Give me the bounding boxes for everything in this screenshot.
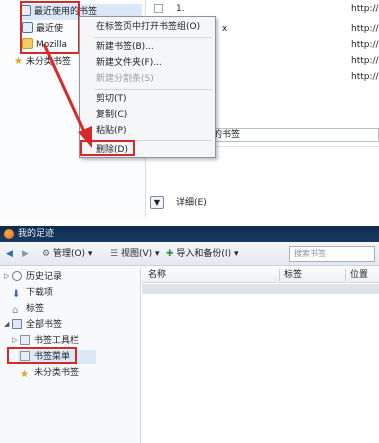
firefox-logo-icon — [4, 229, 14, 239]
list-row[interactable]: 1. http:// — [146, 1, 379, 17]
highlight-box-bookmarks-menu — [7, 347, 77, 364]
history-clock-icon — [12, 271, 22, 281]
menu-item-new-folder[interactable]: 新建文件夹(F)... — [80, 55, 215, 71]
bookmark-name-field[interactable]: 用的书签 — [200, 128, 379, 142]
sidebar-item-tags[interactable]: ⌂ 标签 — [12, 302, 44, 316]
column-header-location[interactable]: 位置 — [350, 267, 368, 283]
library-window: 我的足迹 ◀ ▶ ⚙ 管理(O) ▾ ☰ 视图(V) ▾ ✚ 导入和备份(I) … — [0, 226, 379, 443]
menu-item-new-separator: 新建分割条(S) — [96, 74, 154, 84]
bookmark-manager-top-panel: 最近使用的书签 最近使 Mozilla ★ 未分类书签 1. http:// x… — [0, 0, 379, 218]
screenshot-divider — [0, 218, 379, 226]
menu-item-new-bookmark[interactable]: 新建书签(B)... — [80, 39, 215, 55]
column-headers: 名称 标签 位置 — [142, 267, 379, 283]
menu-item-open-all-in-tabs[interactable]: 在标签页中打开书签组(O) — [80, 19, 215, 35]
sidebar-item-bookmarks-toolbar[interactable]: 书签工具栏 — [20, 334, 79, 348]
views-button[interactable]: ☰ 视图(V) ▾ — [110, 246, 160, 262]
table-row[interactable] — [142, 284, 379, 294]
details-expand-button[interactable]: ▼ — [150, 196, 164, 209]
menu-separator — [94, 37, 212, 38]
forward-arrow-icon[interactable]: ▶ — [22, 246, 29, 262]
all-bookmarks-icon — [12, 319, 22, 329]
sidebar-item-history[interactable]: 历史记录 — [12, 270, 62, 284]
column-header-tags[interactable]: 标签 — [284, 267, 302, 283]
import-star-icon: ✚ — [166, 249, 174, 259]
row-checkbox[interactable] — [154, 4, 163, 13]
list-view-icon: ☰ — [110, 249, 119, 259]
sidebar-item-unsorted-bookmarks[interactable]: ★ 未分类书签 — [20, 366, 79, 380]
back-arrow-icon[interactable]: ◀ — [6, 246, 13, 262]
red-arrow-annotation — [42, 43, 92, 148]
import-backup-button[interactable]: ✚ 导入和备份(I) ▾ — [166, 246, 239, 262]
collapse-icon[interactable]: ◢ — [4, 320, 9, 328]
column-header-name[interactable]: 名称 — [148, 267, 166, 283]
star-icon: ★ — [20, 369, 29, 380]
library-sidebar: ▷ 历史记录 ⬇ 下载项 ⌂ 标签 ◢ 全部书签 ▷ 书签工具栏 书签菜单 ★ 未分类… — [0, 267, 141, 443]
sidebar-item-all-bookmarks[interactable]: 全部书签 — [12, 318, 62, 332]
column-separator[interactable] — [345, 269, 346, 281]
bookmarks-toolbar-icon — [20, 335, 30, 345]
details-label: 详细(E) — [176, 198, 207, 208]
menu-item-copy[interactable]: 复制(C) — [80, 107, 215, 123]
search-bookmarks-input[interactable]: 搜索书签 — [289, 246, 375, 262]
organize-button[interactable]: ⚙ 管理(O) ▾ — [42, 246, 92, 262]
menu-separator — [94, 89, 212, 90]
star-icon: ★ — [14, 56, 23, 67]
library-content: 名称 标签 位置 — [142, 267, 379, 443]
sidebar-item-downloads[interactable]: ⬇ 下载项 — [12, 286, 53, 300]
window-titlebar: 我的足迹 — [0, 226, 379, 242]
expand-icon[interactable]: ▷ — [12, 336, 17, 344]
column-separator[interactable] — [279, 269, 280, 281]
menu-item-cut[interactable]: 剪切(T) — [80, 91, 215, 107]
chevron-down-icon: ▼ — [153, 198, 161, 207]
gear-icon: ⚙ — [42, 249, 51, 259]
tag-icon: ⌂ — [12, 305, 19, 316]
library-toolbar: ◀ ▶ ⚙ 管理(O) ▾ ☰ 视图(V) ▾ ✚ 导入和备份(I) ▾ 搜索书… — [0, 242, 379, 266]
expand-icon[interactable]: ▷ — [4, 272, 9, 280]
menu-item-paste[interactable]: 粘贴(P) — [80, 123, 215, 139]
download-arrow-icon: ⬇ — [12, 289, 21, 300]
